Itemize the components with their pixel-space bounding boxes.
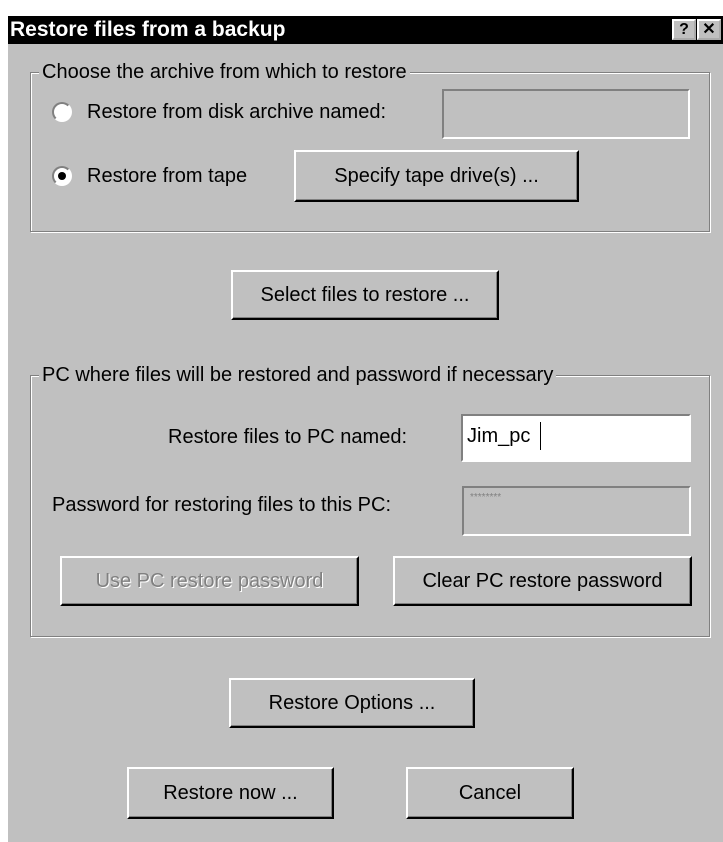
close-button[interactable]: ✕ xyxy=(697,19,721,40)
window-title: Restore files from a backup xyxy=(10,18,286,41)
pc-name-input[interactable]: Jim_pc xyxy=(461,414,691,462)
tape-radio[interactable] xyxy=(52,166,72,186)
help-button[interactable]: ? xyxy=(672,19,696,40)
pc-group-legend: PC where files will be restored and pass… xyxy=(39,363,557,387)
specify-tape-drives-button[interactable]: Specify tape drive(s) ... xyxy=(294,150,579,202)
disk-archive-radio-label[interactable]: Restore from disk archive named: xyxy=(87,100,386,124)
clear-pc-restore-password-button[interactable]: Clear PC restore password xyxy=(393,556,692,606)
password-label: Password for restoring files to this PC: xyxy=(52,494,392,516)
archive-group-legend: Choose the archive from which to restore xyxy=(39,60,410,84)
restore-now-button[interactable]: Restore now ... xyxy=(127,767,334,819)
restore-dialog: Restore files from a backup ? ✕ Choose t… xyxy=(8,16,723,842)
pc-name-value: Jim_pc xyxy=(467,425,531,447)
password-mask: ******** xyxy=(470,492,502,503)
radio-selected-dot xyxy=(58,172,66,180)
disk-archive-name-field[interactable] xyxy=(442,89,690,139)
restore-options-button[interactable]: Restore Options ... xyxy=(229,678,475,728)
title-bar: Restore files from a backup ? ✕ xyxy=(8,16,723,44)
cancel-button[interactable]: Cancel xyxy=(406,767,574,819)
disk-archive-radio[interactable] xyxy=(52,102,72,122)
use-pc-restore-password-button: Use PC restore password xyxy=(60,556,359,606)
select-files-button[interactable]: Select files to restore ... xyxy=(231,270,499,320)
password-field: ******** xyxy=(462,486,691,536)
text-caret xyxy=(540,422,541,450)
tape-radio-label[interactable]: Restore from tape xyxy=(87,164,247,188)
pc-name-label: Restore files to PC named: xyxy=(168,426,407,448)
